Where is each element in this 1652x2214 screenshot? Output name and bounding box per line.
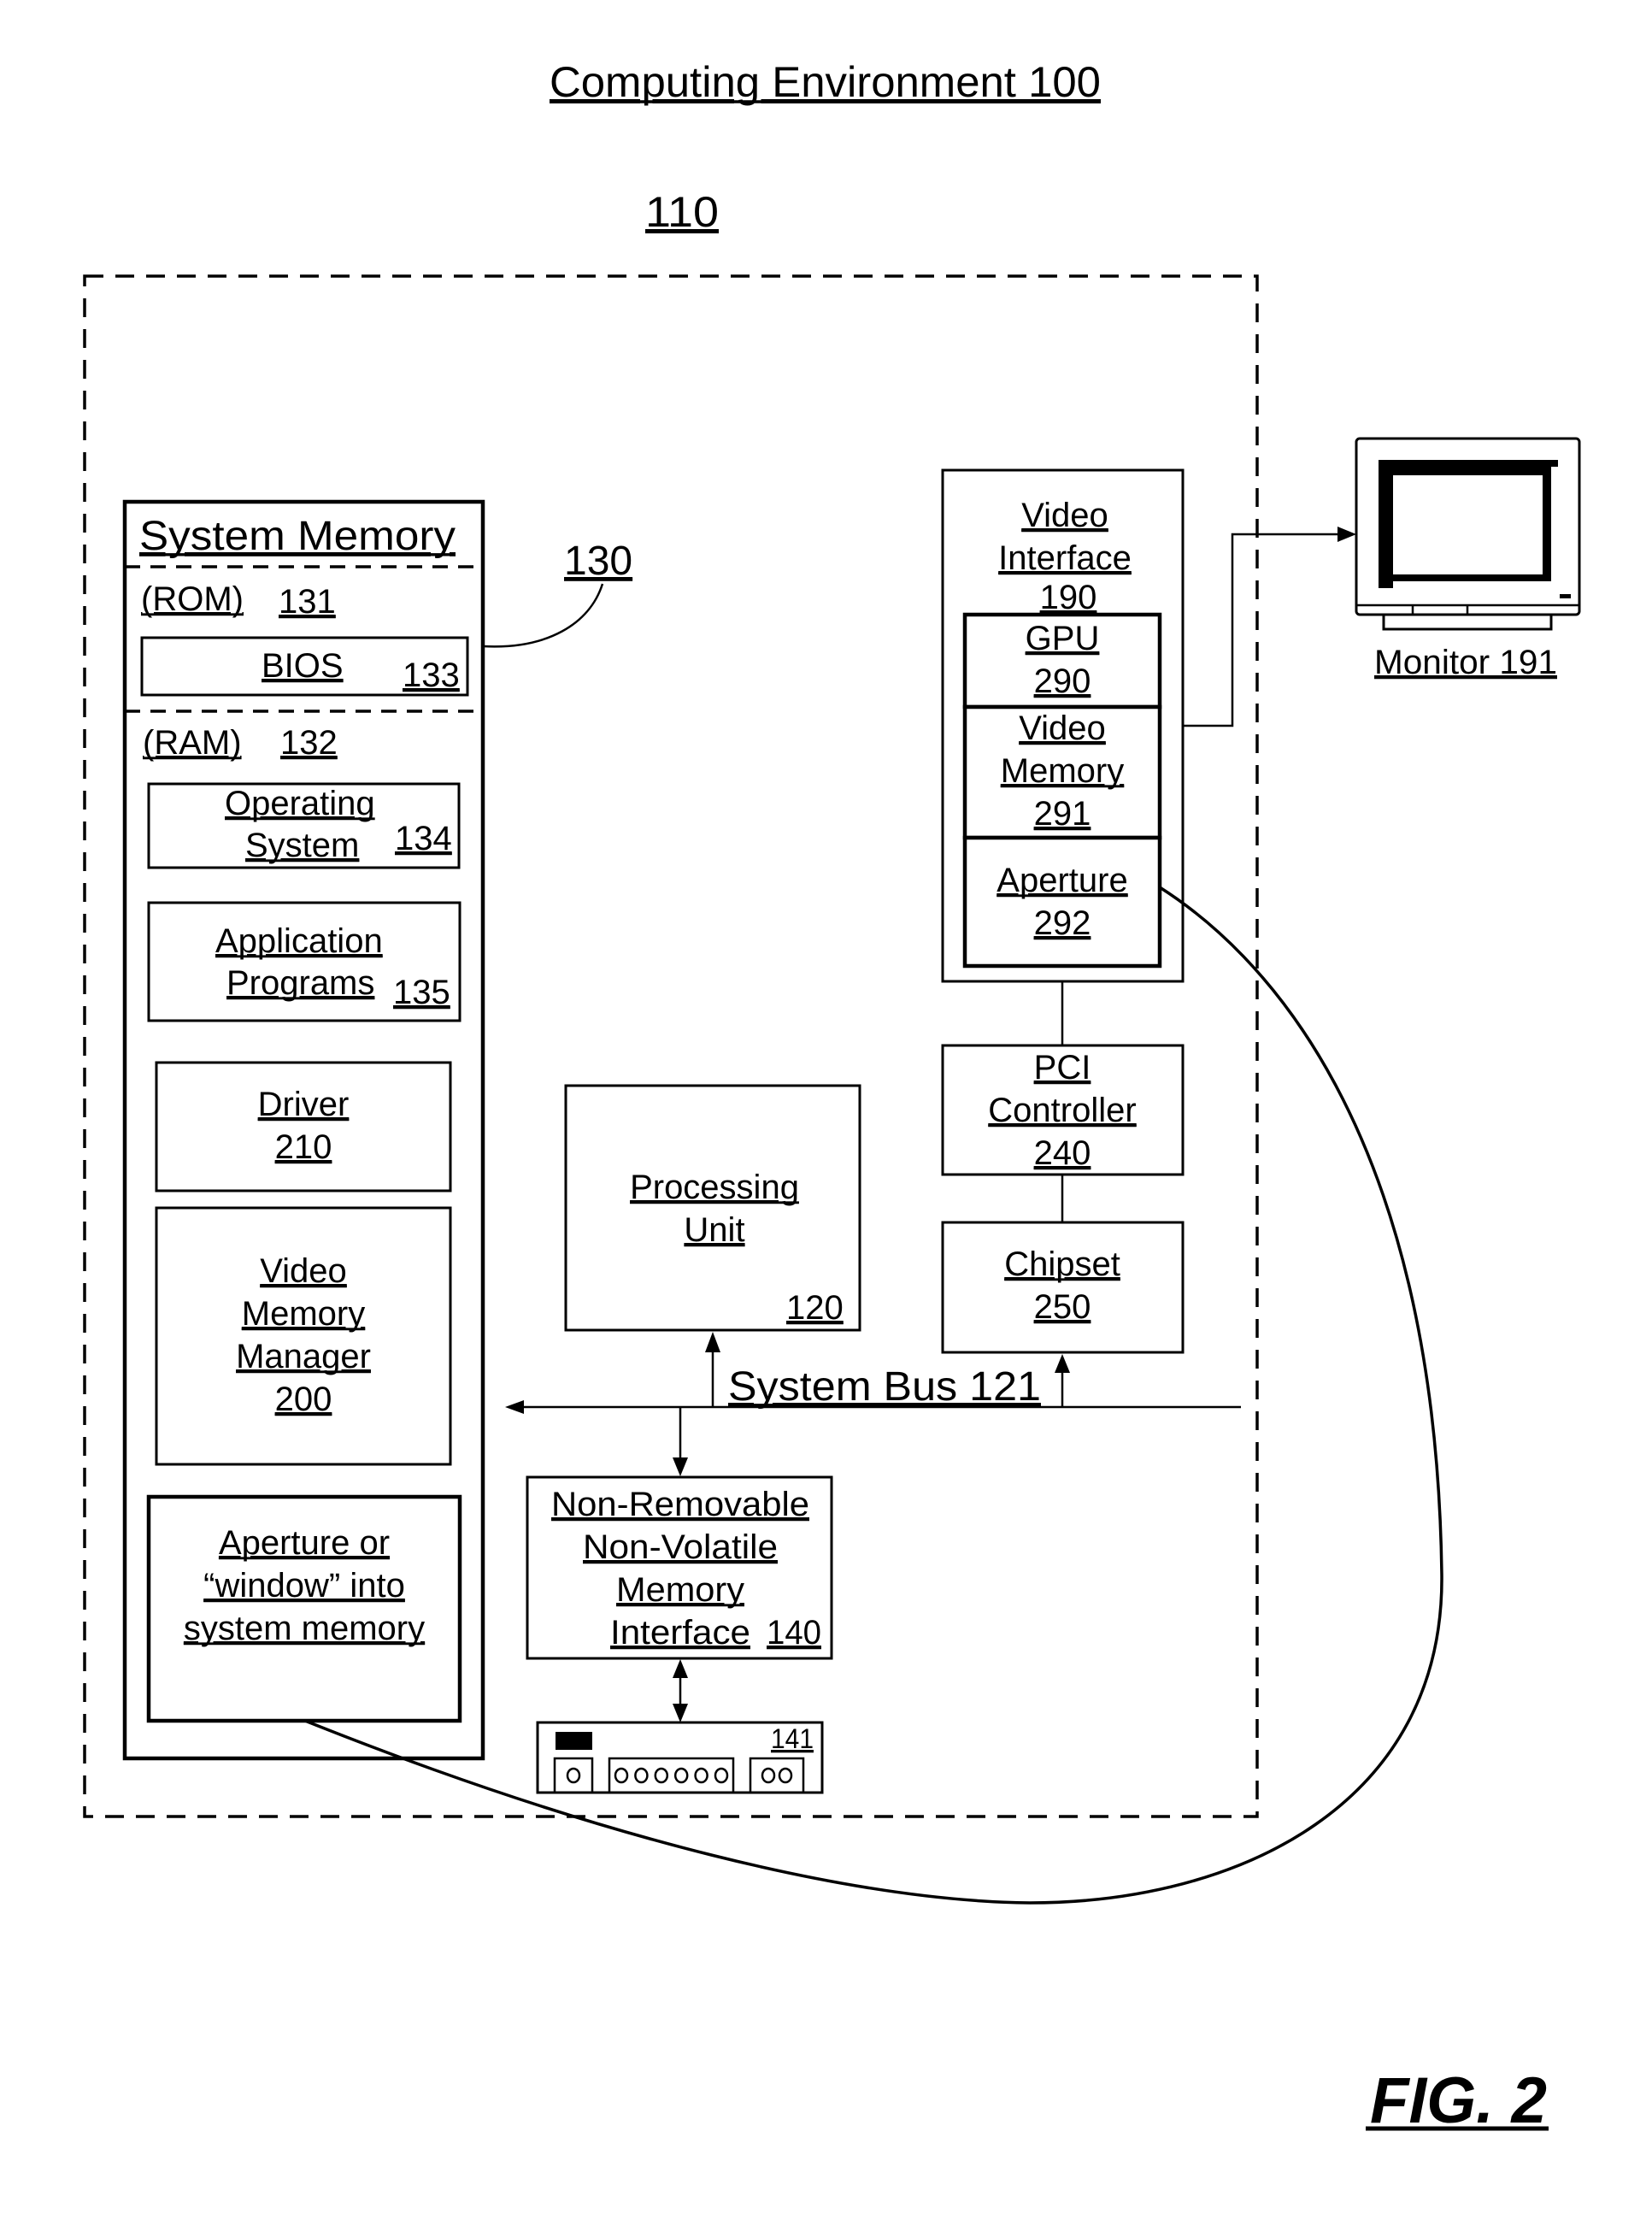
driver-label: Driver <box>258 1086 350 1123</box>
ram-label: (RAM) <box>143 724 242 762</box>
video-memory-manager-box <box>155 1206 452 1466</box>
bios-block[interactable]: BIOS 133 <box>140 636 469 697</box>
patent-diagram: Computing Environment 100 110 System Mem… <box>83 58 1581 2137</box>
operating-system-block[interactable]: Operating System 134 <box>147 782 461 869</box>
storage-device-141[interactable]: 141 <box>536 1721 824 1794</box>
video-interface-block[interactable]: Video Interface 190 GPU 290 Video Memory… <box>941 468 1185 983</box>
ram-ref: 132 <box>280 724 338 762</box>
nv-ref: 140 <box>767 1614 821 1652</box>
bios-label: BIOS <box>262 647 344 685</box>
computer-ref-label: 110 <box>645 188 719 236</box>
system-memory-title: System Memory <box>139 514 456 559</box>
video-memory-line1: Video <box>1019 710 1106 747</box>
pci-line2: Controller <box>988 1092 1136 1129</box>
monitor-label: Monitor 191 <box>1374 644 1557 681</box>
nv-device-arrow-up-icon <box>673 1659 688 1678</box>
gpu-label: GPU <box>1026 620 1100 657</box>
pci-controller-block[interactable]: PCI Controller 240 <box>941 1044 1185 1176</box>
system-memory-ref-leader: 130 <box>564 539 632 584</box>
vmm-line2: Memory <box>242 1295 365 1333</box>
vi-monitor-connector <box>1183 533 1339 727</box>
apps-line2: Programs <box>226 964 374 1002</box>
os-line1: Operating <box>225 785 375 822</box>
gpu-aperture-block[interactable]: Aperture 292 <box>962 835 1162 969</box>
driver-ref: 210 <box>275 1128 332 1166</box>
figure-label: FIG. 2 <box>1370 2064 1547 2137</box>
os-line2: System <box>245 827 359 864</box>
vmm-line1: Video <box>260 1252 347 1290</box>
nv-device-arrow-down-icon <box>673 1704 688 1722</box>
aperture-window-line1: Aperture or <box>219 1524 390 1562</box>
monitor-arrow-icon <box>1337 527 1356 542</box>
gpu-ref: 290 <box>1034 662 1091 700</box>
chipset-label: Chipset <box>1004 1245 1120 1283</box>
video-memory-block[interactable]: Video Memory 291 <box>962 704 1162 840</box>
aperture-window-line3: system memory <box>184 1610 425 1647</box>
apps-ref: 135 <box>393 974 450 1011</box>
cpu-arrow-up-icon <box>705 1332 720 1352</box>
driver-box <box>155 1061 452 1192</box>
video-memory-manager-block[interactable]: Video Memory Manager 200 <box>155 1206 452 1466</box>
figure-title: Computing Environment 100 <box>550 58 1101 106</box>
driver-block[interactable]: Driver 210 <box>155 1061 452 1192</box>
nv-line4: Interface <box>610 1614 750 1652</box>
rom-label: (ROM) <box>141 580 244 618</box>
leader-130-line <box>482 583 604 648</box>
nv-line2: Non-Volatile <box>583 1528 778 1566</box>
nv-line1: Non-Removable <box>551 1486 809 1523</box>
processing-unit-block[interactable]: Processing Unit 120 <box>564 1084 861 1332</box>
video-memory-ref: 291 <box>1034 795 1091 833</box>
nv-memory-interface-block[interactable]: Non-Removable Non-Volatile Memory Interf… <box>526 1475 833 1660</box>
gpu-aperture-ref: 292 <box>1034 904 1091 942</box>
monitor-power-button <box>1560 594 1571 598</box>
chipset-arrow-up-icon <box>1055 1354 1070 1373</box>
rom-ref: 131 <box>279 583 336 621</box>
nv-line3: Memory <box>616 1571 744 1609</box>
device-ref: 141 <box>771 1723 814 1754</box>
pci-ref: 240 <box>1034 1134 1091 1172</box>
monitor-stand <box>1382 613 1553 631</box>
pci-line1: PCI <box>1034 1049 1091 1086</box>
system-memory-aperture-block[interactable]: Aperture or “window” into system memory <box>146 1494 462 1723</box>
processing-unit-line1: Processing <box>630 1169 799 1206</box>
video-interface-ref: 190 <box>1040 579 1097 616</box>
system-memory-block[interactable]: System Memory (ROM) 131 BIOS 133 (RAM) 1… <box>122 499 485 1761</box>
gpu-aperture-box <box>962 835 1162 969</box>
gpu-block[interactable]: GPU 290 <box>962 612 1162 710</box>
nv-arrow-down-icon <box>673 1457 688 1476</box>
chipset-ref: 250 <box>1034 1288 1091 1326</box>
bus-arrow-left-icon <box>505 1400 524 1414</box>
processing-unit-ref: 120 <box>786 1289 844 1327</box>
device-indicator-light <box>556 1732 592 1750</box>
monitor-191[interactable]: Monitor 191 <box>1355 437 1581 681</box>
application-programs-block[interactable]: Application Programs 135 <box>147 901 462 1022</box>
bios-ref: 133 <box>403 657 460 694</box>
aperture-window-line2: “window” into <box>203 1567 405 1605</box>
vmm-line3: Manager <box>236 1338 371 1375</box>
video-interface-line2: Interface <box>998 539 1132 577</box>
os-ref: 134 <box>395 820 452 857</box>
gpu-aperture-label: Aperture <box>996 862 1127 899</box>
video-memory-line2: Memory <box>1001 752 1124 790</box>
chipset-box <box>941 1221 1185 1354</box>
system-bus-label: System Bus 121 <box>728 1364 1041 1410</box>
chipset-block[interactable]: Chipset 250 <box>941 1221 1185 1354</box>
apps-line1: Application <box>215 922 383 960</box>
processing-unit-line2: Unit <box>684 1211 744 1249</box>
video-interface-line1: Video <box>1021 497 1108 534</box>
vmm-ref: 200 <box>275 1381 332 1418</box>
